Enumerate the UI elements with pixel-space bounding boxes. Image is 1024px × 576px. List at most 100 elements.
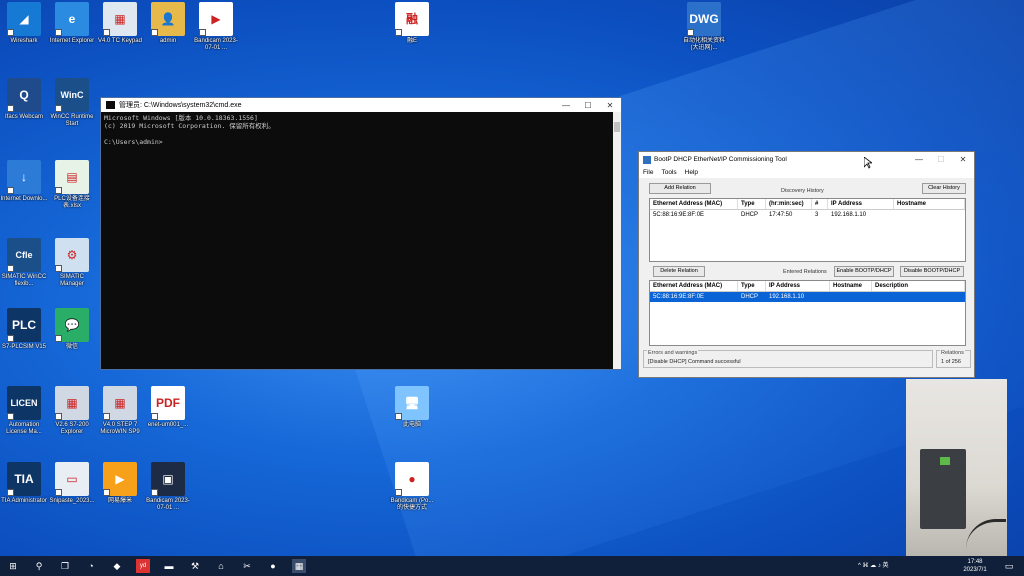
entered-relations-list[interactable]: Ethernet Address (MAC) Type IP Address H… xyxy=(649,280,966,346)
desktop-icon[interactable]: ▦ V4.0 TC Keypad xyxy=(96,2,144,45)
desktop-icon-label: 微信 xyxy=(65,344,78,350)
desktop-icon[interactable]: TIA TIA Administrator xyxy=(0,462,48,505)
relations-label: Relations xyxy=(940,350,965,356)
desktop-icon[interactable]: 🖥 此电脑 xyxy=(388,386,436,429)
col-count[interactable]: # xyxy=(812,199,828,209)
cell-description xyxy=(872,292,965,302)
desktop-icon[interactable]: e Internet Explorer xyxy=(48,2,96,45)
bootp-app-icon xyxy=(643,155,651,164)
shortcut-arrow-icon xyxy=(103,29,110,36)
col-ip[interactable]: IP Address xyxy=(828,199,894,209)
menu-tools[interactable]: Tools xyxy=(661,169,676,176)
desktop-icon[interactable]: Q Ifacs Webcam xyxy=(0,78,48,121)
cell-hostname xyxy=(894,210,965,220)
shortcut-arrow-icon xyxy=(55,265,62,272)
task-view-icon[interactable]: ❐ xyxy=(58,559,72,573)
windows-start-icon[interactable]: ⊞ xyxy=(6,559,20,573)
col-mac[interactable]: Ethernet Address (MAC) xyxy=(650,281,738,291)
yd-app-icon[interactable]: yd xyxy=(136,559,150,573)
menu-file[interactable]: File xyxy=(643,169,653,176)
col-description[interactable]: Description xyxy=(872,281,965,291)
col-mac[interactable]: Ethernet Address (MAC) xyxy=(650,199,738,209)
col-ip[interactable]: IP Address xyxy=(766,281,830,291)
col-hostname[interactable]: Hostname xyxy=(830,281,872,291)
shortcut-arrow-icon xyxy=(55,413,62,420)
mouse-cursor-icon xyxy=(864,157,872,169)
desktop-icon[interactable]: PDF enet-um001_... xyxy=(144,386,192,429)
shortcut-arrow-icon xyxy=(55,489,62,496)
desktop-icon[interactable]: Cfle SIMATIC WinCC flexib... xyxy=(0,238,48,288)
add-relation-button[interactable]: Add Relation xyxy=(649,183,711,194)
desktop-icon[interactable]: ⚙ SIMATIC Manager xyxy=(48,238,96,288)
desktop-icon[interactable]: ▶ 网易爆米 xyxy=(96,462,144,505)
cell-time: 17:47:50 xyxy=(769,212,793,218)
desktop-icon[interactable]: PLC S7-PLCSIM V15 xyxy=(0,308,48,351)
cell-ip: 192.168.1.10 xyxy=(769,294,805,300)
desktop-icon[interactable]: ▦ V4.0 STEP 7 MicroWIN SP9 xyxy=(96,386,144,436)
maximize-icon[interactable]: ☐ xyxy=(930,155,952,164)
desktop-icon[interactable]: 💬 微信 xyxy=(48,308,96,351)
clock[interactable]: 17:48 2023/7/1 xyxy=(958,558,992,574)
desktop-icon[interactable]: ▶ Bandicam 2023-07-01 ... xyxy=(192,2,240,52)
desktop-icon[interactable]: 融融E xyxy=(388,2,436,45)
edge-icon[interactable]: ◔ xyxy=(84,559,98,573)
menu-help[interactable]: Help xyxy=(685,169,698,176)
enable-bootp-button[interactable]: Enable BOOTP/DHCP xyxy=(834,266,894,277)
desktop-icon[interactable]: ▦ V2.6 S7-200 Explorer xyxy=(48,386,96,436)
snipping-icon[interactable]: ✂ xyxy=(240,559,254,573)
desktop-icon-image: TIA xyxy=(7,462,41,496)
desktop-icon[interactable]: ▣ Bandicam 2023-07-01 ... xyxy=(144,462,192,512)
minimize-icon[interactable]: — xyxy=(555,101,577,110)
discovery-history-list[interactable]: Ethernet Address (MAC) Type (hr:min:sec)… xyxy=(649,198,966,262)
desktop-icon-image: ▶ xyxy=(103,462,137,496)
desktop-icon-image: ↓ xyxy=(7,160,41,194)
desktop-icon[interactable]: WinC WinCC Runtime Start xyxy=(48,78,96,128)
cmd-taskbar-icon[interactable]: ▬ xyxy=(162,559,176,573)
desktop-icon[interactable]: DWG 自动化相关资料(大迅网)... xyxy=(680,2,728,52)
record-icon[interactable]: ● xyxy=(266,559,280,573)
cmd-icon xyxy=(106,101,115,109)
system-tray[interactable]: ^ ⌘ ☁ ♪ 英 xyxy=(858,560,888,569)
cmd-scrollbar[interactable] xyxy=(613,112,621,369)
col-time[interactable]: (hr:min:sec) xyxy=(766,199,812,209)
network-tool-icon[interactable]: ⌂ xyxy=(214,559,228,573)
notification-icon[interactable]: ▭ xyxy=(1002,559,1016,573)
clear-history-button[interactable]: Clear History xyxy=(922,183,966,194)
desktop-icon[interactable]: LICEN Automation License Ma... xyxy=(0,386,48,436)
table-row-selected[interactable]: 5C:88:16:9E:8F:0E DHCP 192.168.1.10 xyxy=(650,292,965,302)
cell-ip: 192.168.1.10 xyxy=(831,212,867,218)
tool-icon[interactable]: ⚒ xyxy=(188,559,202,573)
cmd-console[interactable]: Microsoft Windows [版本 10.0.18363.1556] (… xyxy=(101,112,621,148)
bootp-taskbar-icon[interactable]: ▦ xyxy=(292,559,306,573)
cmd-titlebar[interactable]: 管理员: C:\Windows\system32\cmd.exe — ☐ ✕ xyxy=(101,98,621,112)
desktop-icon-label: V2.6 S7-200 Explorer xyxy=(55,422,89,435)
desktop-icon[interactable]: ◢ Wireshark xyxy=(0,2,48,45)
close-icon[interactable]: ✕ xyxy=(952,155,974,164)
clock-time: 17:48 xyxy=(967,559,983,565)
bootp-titlebar[interactable]: BootP DHCP EtherNet/IP Commissioning Too… xyxy=(639,152,974,167)
cmd-window[interactable]: 管理员: C:\Windows\system32\cmd.exe — ☐ ✕ M… xyxy=(100,97,622,370)
app-icon[interactable]: ◆ xyxy=(110,559,124,573)
desktop-icon-label: enet-um001_... xyxy=(147,422,189,428)
col-type[interactable]: Type xyxy=(738,199,766,209)
delete-relation-button[interactable]: Delete Relation xyxy=(653,266,705,277)
table-row[interactable]: 5C:88:16:9E:8F:0E DHCP 17:47:50 3 192.16… xyxy=(650,210,965,220)
search-icon[interactable]: ⚲ xyxy=(32,559,46,573)
scroll-thumb[interactable] xyxy=(614,122,620,132)
minimize-icon[interactable]: — xyxy=(908,155,930,164)
bootp-window[interactable]: BootP DHCP EtherNet/IP Commissioning Too… xyxy=(638,151,975,378)
close-icon[interactable]: ✕ xyxy=(599,101,621,110)
desktop-icon[interactable]: 👤 admin xyxy=(144,2,192,45)
col-type[interactable]: Type xyxy=(738,281,766,291)
desktop-icon[interactable]: ▤ PLC设备连接表.xlsx xyxy=(48,160,96,210)
desktop-icon-image: ▣ xyxy=(151,462,185,496)
desktop-icon-label: Internet Downlo... xyxy=(0,196,48,202)
disable-bootp-button[interactable]: Disable BOOTP/DHCP xyxy=(900,266,964,277)
desktop-icon-label: Automation License Ma... xyxy=(6,422,42,435)
desktop-icon[interactable]: ● Bandicam (Po... 的快捷方式 xyxy=(388,462,436,512)
desktop-icon[interactable]: ↓ Internet Downlo... xyxy=(0,160,48,203)
maximize-icon[interactable]: ☐ xyxy=(577,101,599,110)
desktop-icon[interactable]: ▭ Snipaste_2023... xyxy=(48,462,96,505)
col-hostname[interactable]: Hostname xyxy=(894,199,965,209)
